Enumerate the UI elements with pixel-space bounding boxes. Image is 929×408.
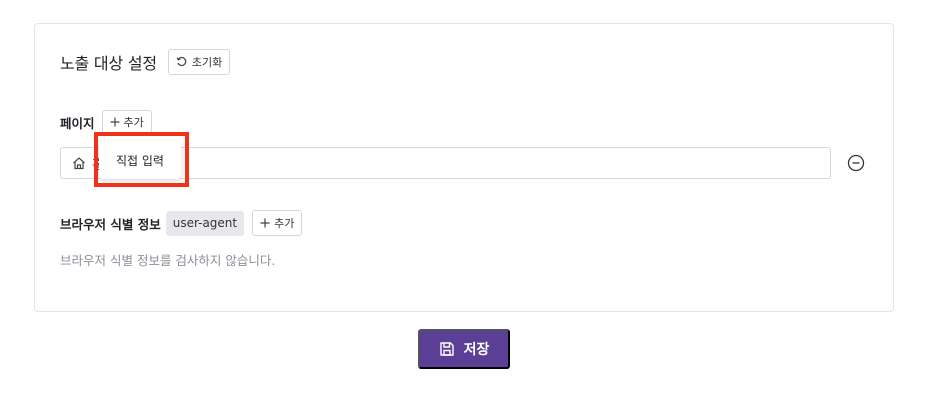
save-button[interactable]: 저장	[418, 329, 510, 369]
add-page-button[interactable]: 추가	[101, 110, 152, 134]
page-title: 노출 대상 설정	[60, 54, 157, 73]
exposure-settings-card: 노출 대상 설정 초기화 페이지 추가 홈 직접 입력 브라우저 식별 정보 u…	[34, 23, 894, 312]
add-page-label: 추가	[123, 117, 144, 129]
minus-circle-icon[interactable]	[847, 154, 865, 172]
reset-button[interactable]: 초기화	[167, 49, 231, 75]
plus-icon	[110, 117, 120, 127]
add-browser-button[interactable]: 추가	[252, 210, 303, 236]
user-agent-tag[interactable]: user-agent	[165, 210, 245, 236]
page-section-header: 페이지 추가	[60, 110, 152, 134]
home-icon	[73, 157, 85, 170]
reset-icon	[176, 56, 187, 67]
browser-section-label: 브라우저 식별 정보	[60, 216, 161, 232]
browser-hint-text: 브라우저 식별 정보를 검사하지 않습니다.	[60, 253, 276, 268]
dropdown-option-direct-input[interactable]: 직접 입력	[99, 141, 181, 179]
browser-section-header: 브라우저 식별 정보 user-agent 추가	[60, 210, 303, 236]
save-label: 저장	[463, 341, 490, 357]
save-icon	[439, 342, 454, 356]
add-browser-label: 추가	[274, 218, 295, 230]
dropdown-option-label: 직접 입력	[116, 153, 164, 168]
reset-label: 초기화	[191, 57, 223, 69]
title-row: 노출 대상 설정 초기화	[60, 49, 231, 75]
plus-icon	[260, 218, 270, 228]
page-section-label: 페이지	[60, 115, 95, 131]
